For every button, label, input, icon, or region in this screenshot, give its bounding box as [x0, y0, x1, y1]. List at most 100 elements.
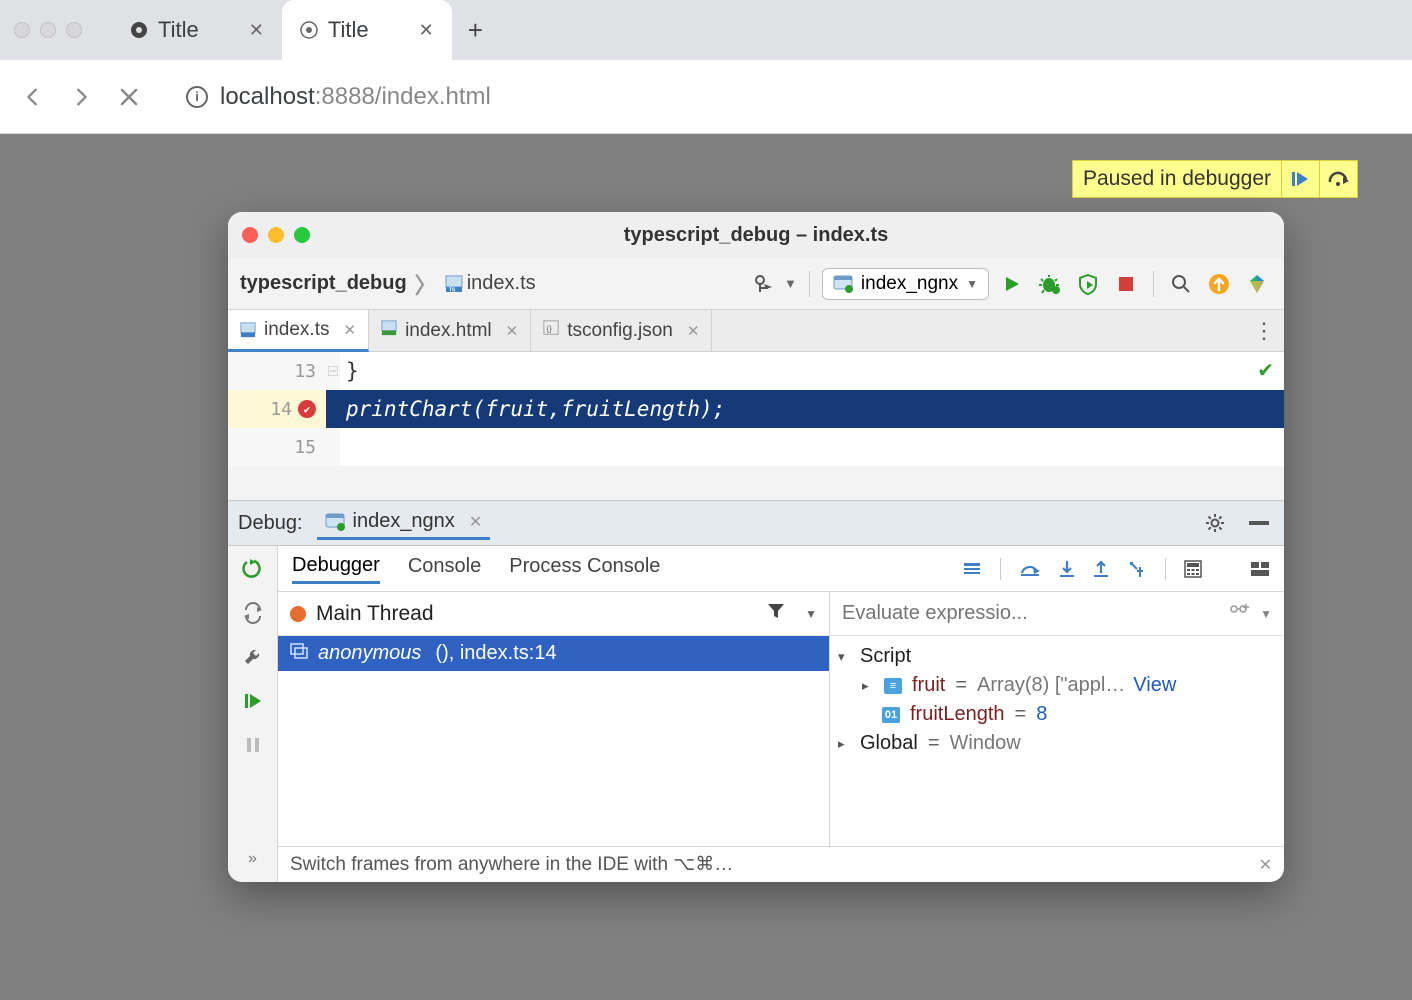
pause-program-button[interactable] — [238, 730, 268, 760]
hint-close-icon[interactable]: ✕ — [1259, 855, 1272, 875]
debug-settings-icon[interactable] — [1200, 508, 1230, 538]
rerun-button[interactable] — [238, 554, 268, 584]
new-tab-button[interactable]: + — [468, 15, 483, 46]
browser-toolbar: i localhost:8888/index.html — [0, 60, 1412, 134]
variables-header: ▼ — [830, 592, 1284, 636]
jetbrains-icon[interactable] — [1242, 269, 1272, 299]
breakpoint-icon[interactable] — [298, 400, 316, 418]
gutter-15: 15 — [228, 428, 326, 466]
vcs-caret-icon[interactable]: ▼ — [784, 276, 797, 291]
var-view-link[interactable]: View — [1133, 674, 1176, 697]
evaluate-expression-icon[interactable] — [1184, 558, 1202, 580]
debug-hide-icon[interactable] — [1244, 508, 1274, 538]
breadcrumb-project: typescript_debug — [240, 272, 407, 295]
frame-row[interactable]: anonymous (), index.ts:14 — [278, 636, 829, 671]
hint-bar: Switch frames from anywhere in the IDE w… — [278, 846, 1284, 882]
address-bar[interactable]: i localhost:8888/index.html — [186, 83, 491, 111]
url-display: localhost:8888/index.html — [220, 83, 491, 111]
update-button[interactable] — [238, 598, 268, 628]
filter-icon[interactable] — [767, 603, 785, 624]
thread-status-icon — [290, 606, 306, 622]
editor-tab-index-ts[interactable]: index.ts ✕ — [228, 310, 369, 352]
editor-tab-index-html[interactable]: index.html ✕ — [369, 310, 531, 351]
site-info-icon[interactable]: i — [186, 86, 208, 108]
breadcrumb-sep-icon: 〉 — [415, 268, 437, 300]
code-line-14[interactable]: 14 printChart(fruit,fruitLength); — [228, 390, 1284, 428]
browser-tab-2[interactable]: Title ✕ — [282, 0, 452, 60]
resume-button[interactable] — [1281, 161, 1319, 197]
frames-list: anonymous (), index.ts:14 — [278, 636, 829, 846]
editor-tab-tsconfig[interactable]: {} tsconfig.json ✕ — [531, 310, 712, 351]
frame-icon — [290, 642, 308, 665]
ide-toolbar: typescript_debug 〉 TS index.ts ▼ index_n… — [228, 258, 1284, 310]
step-out-icon[interactable] — [1093, 558, 1109, 580]
var-fruit-row[interactable]: ▸ ≡ fruit = Array(8) ["appl… View — [838, 671, 1276, 700]
frames-header: Main Thread ▼ — [278, 592, 829, 636]
number-type-icon: 01 — [882, 707, 900, 723]
show-exec-point-icon[interactable] — [962, 558, 982, 580]
tab-html-label: index.html — [405, 320, 492, 342]
step-into-icon[interactable] — [1059, 558, 1075, 580]
divider — [809, 271, 810, 297]
step-over-button[interactable] — [1319, 161, 1357, 197]
close-dot[interactable] — [14, 22, 30, 38]
back-button[interactable] — [18, 82, 48, 112]
scope-global[interactable]: ▸ Global = Window — [838, 729, 1276, 758]
chevron-right-icon: ▸ — [862, 678, 878, 694]
tab-ts-label: index.ts — [264, 319, 329, 341]
frame-loc: (), index.ts:14 — [435, 642, 556, 665]
more-button[interactable]: » — [238, 844, 268, 874]
ide-window-title: typescript_debug – index.ts — [228, 224, 1284, 247]
session-close-icon[interactable]: ✕ — [469, 512, 482, 532]
code-line-15[interactable]: 15 — [228, 428, 1284, 466]
zoom-dot[interactable] — [66, 22, 82, 38]
add-watch-icon[interactable] — [1230, 602, 1250, 625]
breadcrumb-file: index.ts — [467, 272, 536, 295]
run-config-label: index_ngnx — [861, 273, 958, 295]
scope-script[interactable]: ▾ Script — [838, 642, 1276, 671]
stop-button[interactable] — [1111, 269, 1141, 299]
tabs-container: Title ✕ Title ✕ + — [112, 0, 483, 60]
browser-tab-1[interactable]: Title ✕ — [112, 0, 282, 60]
run-button[interactable] — [997, 269, 1027, 299]
coverage-button[interactable] — [1073, 269, 1103, 299]
wrench-icon[interactable] — [238, 642, 268, 672]
forward-button[interactable] — [66, 82, 96, 112]
resume-program-button[interactable] — [238, 686, 268, 716]
search-button[interactable] — [1166, 269, 1196, 299]
tab-debugger[interactable]: Debugger — [292, 554, 380, 584]
debug-session-tab[interactable]: index_ngnx ✕ — [317, 506, 491, 540]
tab-console[interactable]: Console — [408, 555, 481, 582]
gutter-14[interactable]: 14 — [228, 390, 326, 428]
scope-script-label: Script — [860, 645, 911, 668]
tab-overflow-icon[interactable]: ⋮ — [1244, 310, 1284, 351]
code-line-13[interactable]: 13 } — [228, 352, 1284, 390]
divider — [1153, 271, 1154, 297]
vcs-icon[interactable] — [752, 270, 780, 298]
minimize-dot[interactable] — [40, 22, 56, 38]
editor-area[interactable]: ✔ 13 } 14 printChart(fruit,fruitLength);… — [228, 352, 1284, 466]
frame-func: anonymous — [318, 642, 421, 665]
debug-button[interactable] — [1035, 269, 1065, 299]
step-over-icon[interactable] — [1019, 558, 1041, 580]
evaluate-input[interactable] — [842, 602, 1220, 625]
inspection-ok-icon: ✔ — [1257, 358, 1274, 383]
editor-spacer — [228, 466, 1284, 500]
reload-cancel-button[interactable] — [114, 82, 144, 112]
tab1-close-icon[interactable]: ✕ — [249, 20, 264, 41]
browser-traffic-lights — [14, 22, 82, 38]
tab-close-icon[interactable]: ✕ — [687, 322, 700, 340]
layout-icon[interactable] — [1250, 558, 1270, 580]
fold-icon[interactable] — [326, 352, 340, 390]
var-fruitlength-row[interactable]: 01 fruitLength = 8 — [838, 700, 1276, 729]
frames-caret-icon[interactable]: ▼ — [805, 607, 817, 621]
tab2-close-icon[interactable]: ✕ — [419, 20, 434, 41]
breadcrumb[interactable]: typescript_debug 〉 TS index.ts — [240, 268, 536, 300]
sync-button[interactable] — [1204, 269, 1234, 299]
run-to-cursor-icon[interactable] — [1127, 558, 1147, 580]
tab-close-icon[interactable]: ✕ — [506, 322, 519, 340]
vars-caret-icon[interactable]: ▼ — [1260, 607, 1272, 621]
tab-close-icon[interactable]: ✕ — [343, 321, 356, 339]
tab-process-console[interactable]: Process Console — [509, 555, 660, 582]
run-config-selector[interactable]: index_ngnx ▼ — [822, 268, 989, 300]
